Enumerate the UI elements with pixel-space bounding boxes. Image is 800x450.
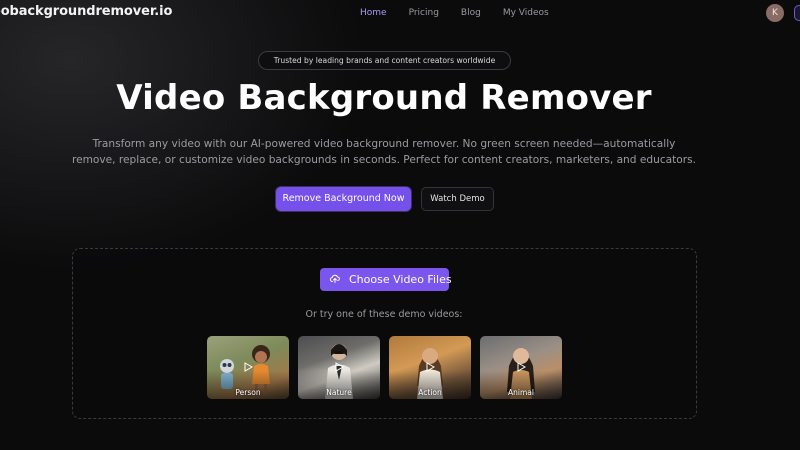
demo-video-person[interactable]: Person xyxy=(207,336,289,399)
site-logo[interactable]: eobackgroundremover.io xyxy=(0,4,172,19)
top-nav: eobackgroundremover.io Home Pricing Blog… xyxy=(0,0,800,28)
remove-background-button[interactable]: Remove Background Now xyxy=(276,187,411,211)
demo-video-animal[interactable]: Animal xyxy=(480,336,562,399)
page-title: Video Background Remover xyxy=(116,78,652,118)
play-icon xyxy=(517,362,526,372)
play-icon xyxy=(335,362,344,372)
page: eobackgroundremover.io Home Pricing Blog… xyxy=(0,0,800,450)
nav-link-pricing[interactable]: Pricing xyxy=(409,8,439,18)
nav-link-my-videos[interactable]: My Videos xyxy=(503,8,549,18)
trusted-badge: Trusted by leading brands and content cr… xyxy=(258,51,511,70)
hero-subtitle: Transform any video with our AI-powered … xyxy=(0,136,768,168)
demo-video-nature[interactable]: Nature xyxy=(298,336,380,399)
menu-button[interactable] xyxy=(794,5,800,21)
nav-link-home[interactable]: Home xyxy=(360,8,387,18)
user-avatar[interactable]: K xyxy=(766,4,784,22)
play-icon xyxy=(426,362,435,372)
demo-video-label: Person xyxy=(235,388,261,397)
demo-video-action[interactable]: Action xyxy=(389,336,471,399)
demo-video-label: Animal xyxy=(508,388,534,397)
choose-video-files-label: Choose Video Files xyxy=(349,273,452,286)
nav-links: Home Pricing Blog My Videos xyxy=(360,8,571,18)
play-icon xyxy=(244,362,253,372)
demo-video-label: Action xyxy=(418,388,442,397)
hero-subtitle-line-2: remove, replace, or customize video back… xyxy=(71,154,697,166)
hero-subtitle-line-1: Transform any video with our AI-powered … xyxy=(92,138,676,150)
watch-demo-button[interactable]: Watch Demo xyxy=(421,187,494,211)
demo-hint: Or try one of these demo videos: xyxy=(305,309,463,320)
nav-link-blog[interactable]: Blog xyxy=(461,8,481,18)
demo-video-label: Nature xyxy=(326,388,352,397)
upload-cloud-icon xyxy=(329,274,340,283)
choose-video-files-button[interactable]: Choose Video Files xyxy=(320,268,452,291)
